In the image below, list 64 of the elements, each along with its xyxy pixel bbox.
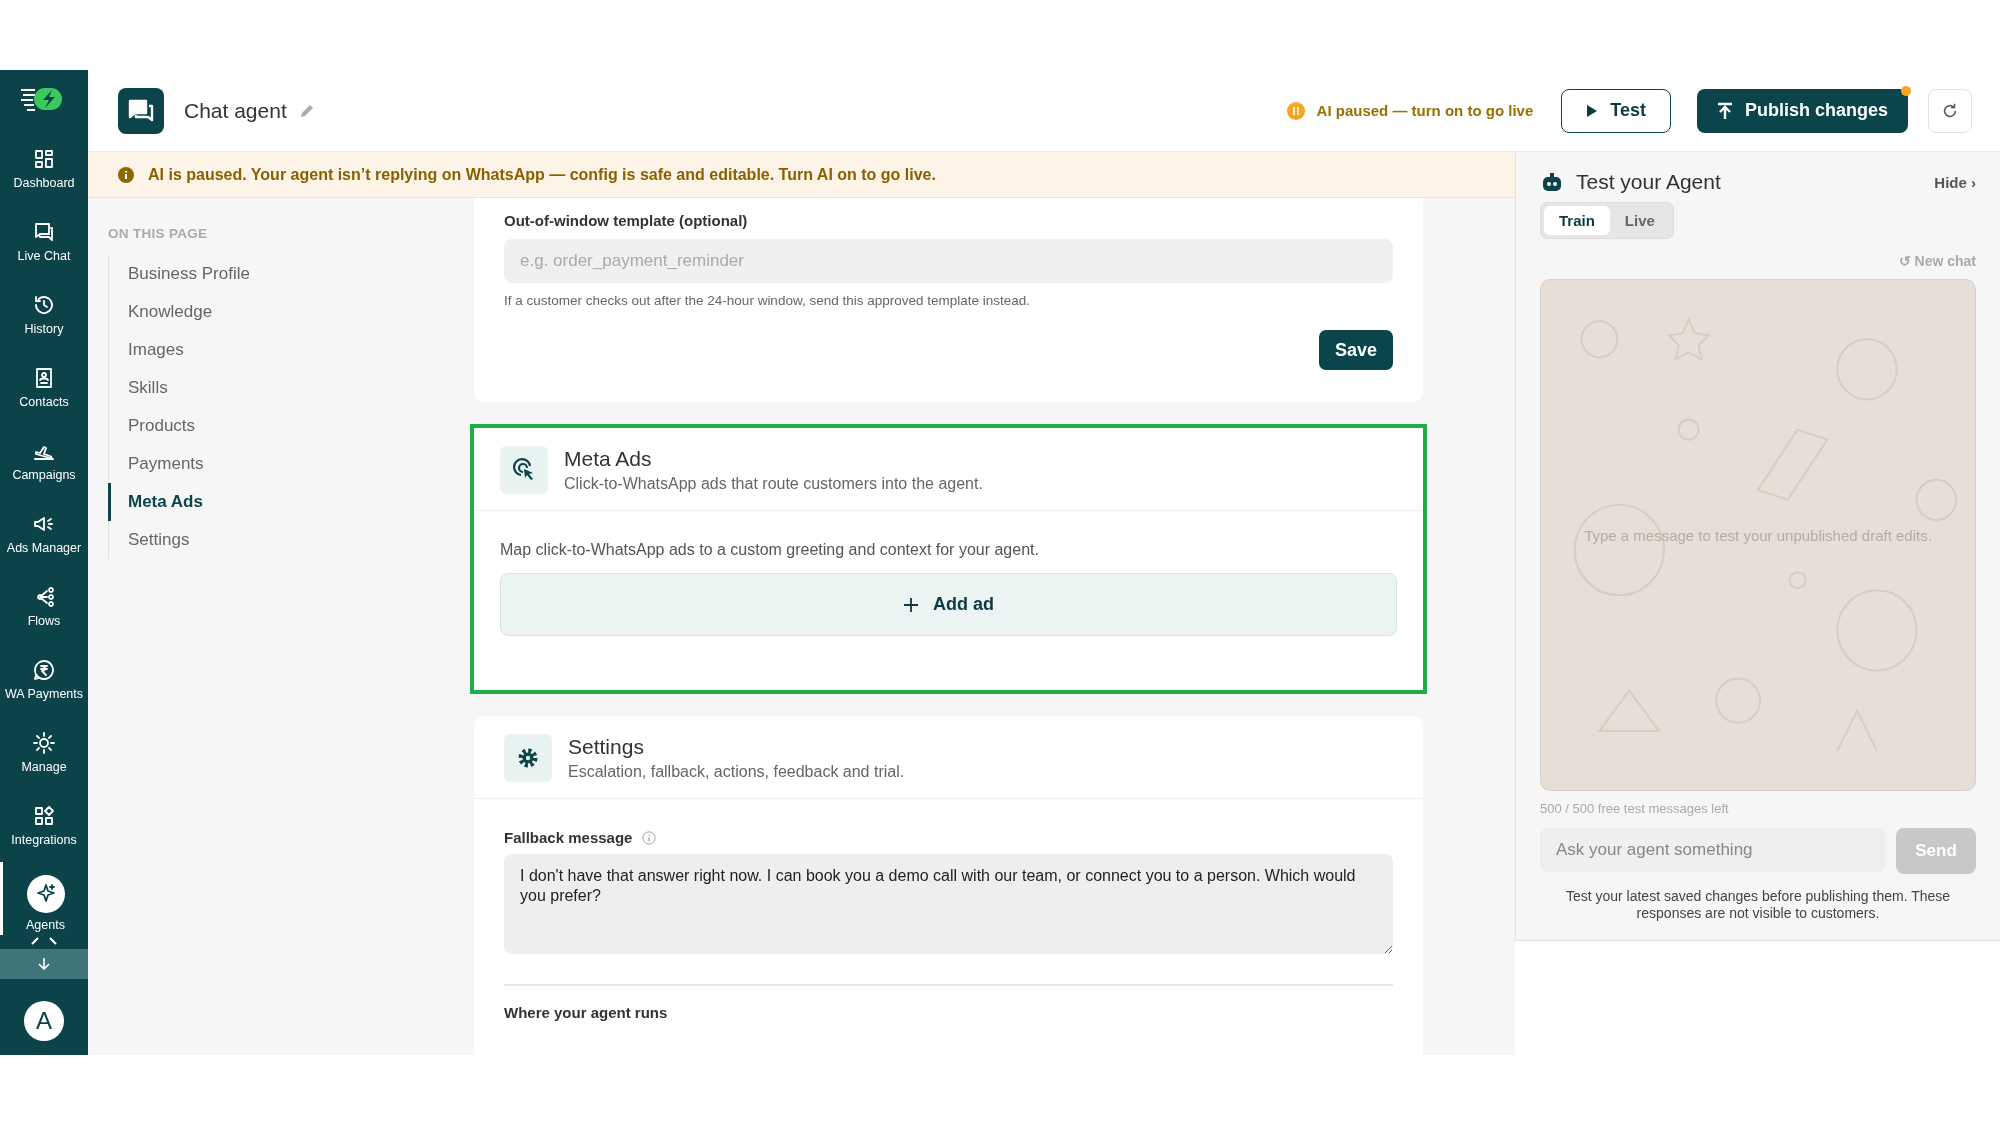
nav-icon: [32, 220, 56, 244]
mode-tab[interactable]: Train: [1544, 206, 1610, 235]
info-icon: [118, 166, 134, 183]
chat-icon: [118, 87, 164, 134]
ai-status: AI paused — turn on to go live: [1316, 102, 1534, 119]
nav-icon: [32, 293, 56, 317]
refresh-icon: [1941, 101, 1959, 120]
upload-icon: [1716, 101, 1733, 120]
info-icon[interactable]: [642, 830, 657, 845]
card-title: Meta Ads: [564, 447, 653, 471]
sidebar-item[interactable]: Dashboard: [0, 132, 88, 205]
card-subtitle: Escalation, fallback, actions, feedback and trial.: [568, 763, 905, 781]
sidebar-item[interactable]: Live Chat: [0, 205, 88, 278]
add-ad-button[interactable]: Add ad: [500, 573, 1397, 636]
cursor-click-icon: [500, 446, 548, 494]
banner-text: AI is paused. Your agent isn’t replying on WhatsApp — config is safe and editable. Turn AI on to go live.: [148, 165, 936, 184]
section-heading: ON THIS PAGE: [108, 226, 209, 241]
sidebar-item[interactable]: WA Payments: [0, 643, 88, 716]
page-nav-link[interactable]: Settings: [108, 521, 470, 559]
sidebar-item[interactable]: Manage: [0, 716, 88, 789]
card-subtitle: Click-to-WhatsApp ads that route customers into the agent.: [564, 475, 983, 493]
gear-icon: [504, 734, 552, 782]
page-nav-link[interactable]: Skills: [108, 369, 470, 407]
pause-icon: [1286, 101, 1305, 120]
nav-icon: [32, 731, 56, 755]
quota-text: 500 / 500 free test messages left: [1540, 801, 1730, 816]
help-text: If a customer checks out after the 24-hour window, send this approved template instead.: [504, 293, 1032, 308]
sidebar-item[interactable]: Campaigns: [0, 424, 88, 497]
user-avatar[interactable]: A: [24, 1001, 64, 1041]
panel-title: Test your Agent: [1576, 170, 1721, 194]
test-button[interactable]: Test: [1561, 88, 1671, 133]
sidebar-item[interactable]: Contacts: [0, 351, 88, 424]
page-nav-link[interactable]: Knowledge: [108, 293, 470, 331]
section-label: Where your agent runs: [504, 1004, 669, 1021]
sidebar-item[interactable]: Ads Manager: [0, 497, 88, 570]
page-nav-link[interactable]: Payments: [108, 445, 470, 483]
fallback-textarea[interactable]: I don't have that answer right now. I can book you a demo call with our team, or connect you to a person. Which would you prefer?: [504, 854, 1393, 954]
field-label: Out-of-window template (optional): [504, 212, 749, 229]
nav-icon: [32, 658, 56, 682]
panel-footnote: Test your latest saved changes before publishing them. These responses are not visible to customers.: [1564, 888, 1952, 922]
publish-button[interactable]: Publish changes: [1696, 88, 1908, 133]
play-icon: [1586, 103, 1599, 118]
page-nav-link[interactable]: Business Profile: [108, 255, 470, 293]
sidebar-item[interactable]: Flows: [0, 570, 88, 643]
nav-icon: [32, 147, 56, 171]
pencil-icon[interactable]: [298, 102, 315, 119]
hide-link[interactable]: Hide ›: [1934, 173, 1976, 191]
arrow-down-icon: [36, 956, 52, 972]
field-label: Fallback message: [504, 829, 633, 846]
page-nav-link[interactable]: Products: [108, 407, 470, 445]
page-nav-link[interactable]: Images: [108, 331, 470, 369]
robot-icon: [1540, 170, 1564, 194]
template-input[interactable]: e.g. order_payment_reminder: [504, 239, 1393, 283]
sidebar-item[interactable]: Integrations: [0, 789, 88, 862]
card-description: Map click-to-WhatsApp ads to a custom greeting and context for your agent.: [500, 541, 1040, 559]
plus-icon: [903, 596, 919, 613]
card-title: Settings: [568, 735, 645, 759]
message-input[interactable]: Ask your agent something: [1540, 828, 1886, 872]
mode-tab[interactable]: Live: [1609, 206, 1670, 235]
refresh-button[interactable]: [1928, 88, 1972, 133]
save-button[interactable]: Save: [1318, 330, 1393, 370]
page-title: Chat agent: [184, 98, 287, 123]
sidebar-item[interactable]: History: [0, 278, 88, 351]
nav-icon: [32, 804, 56, 828]
